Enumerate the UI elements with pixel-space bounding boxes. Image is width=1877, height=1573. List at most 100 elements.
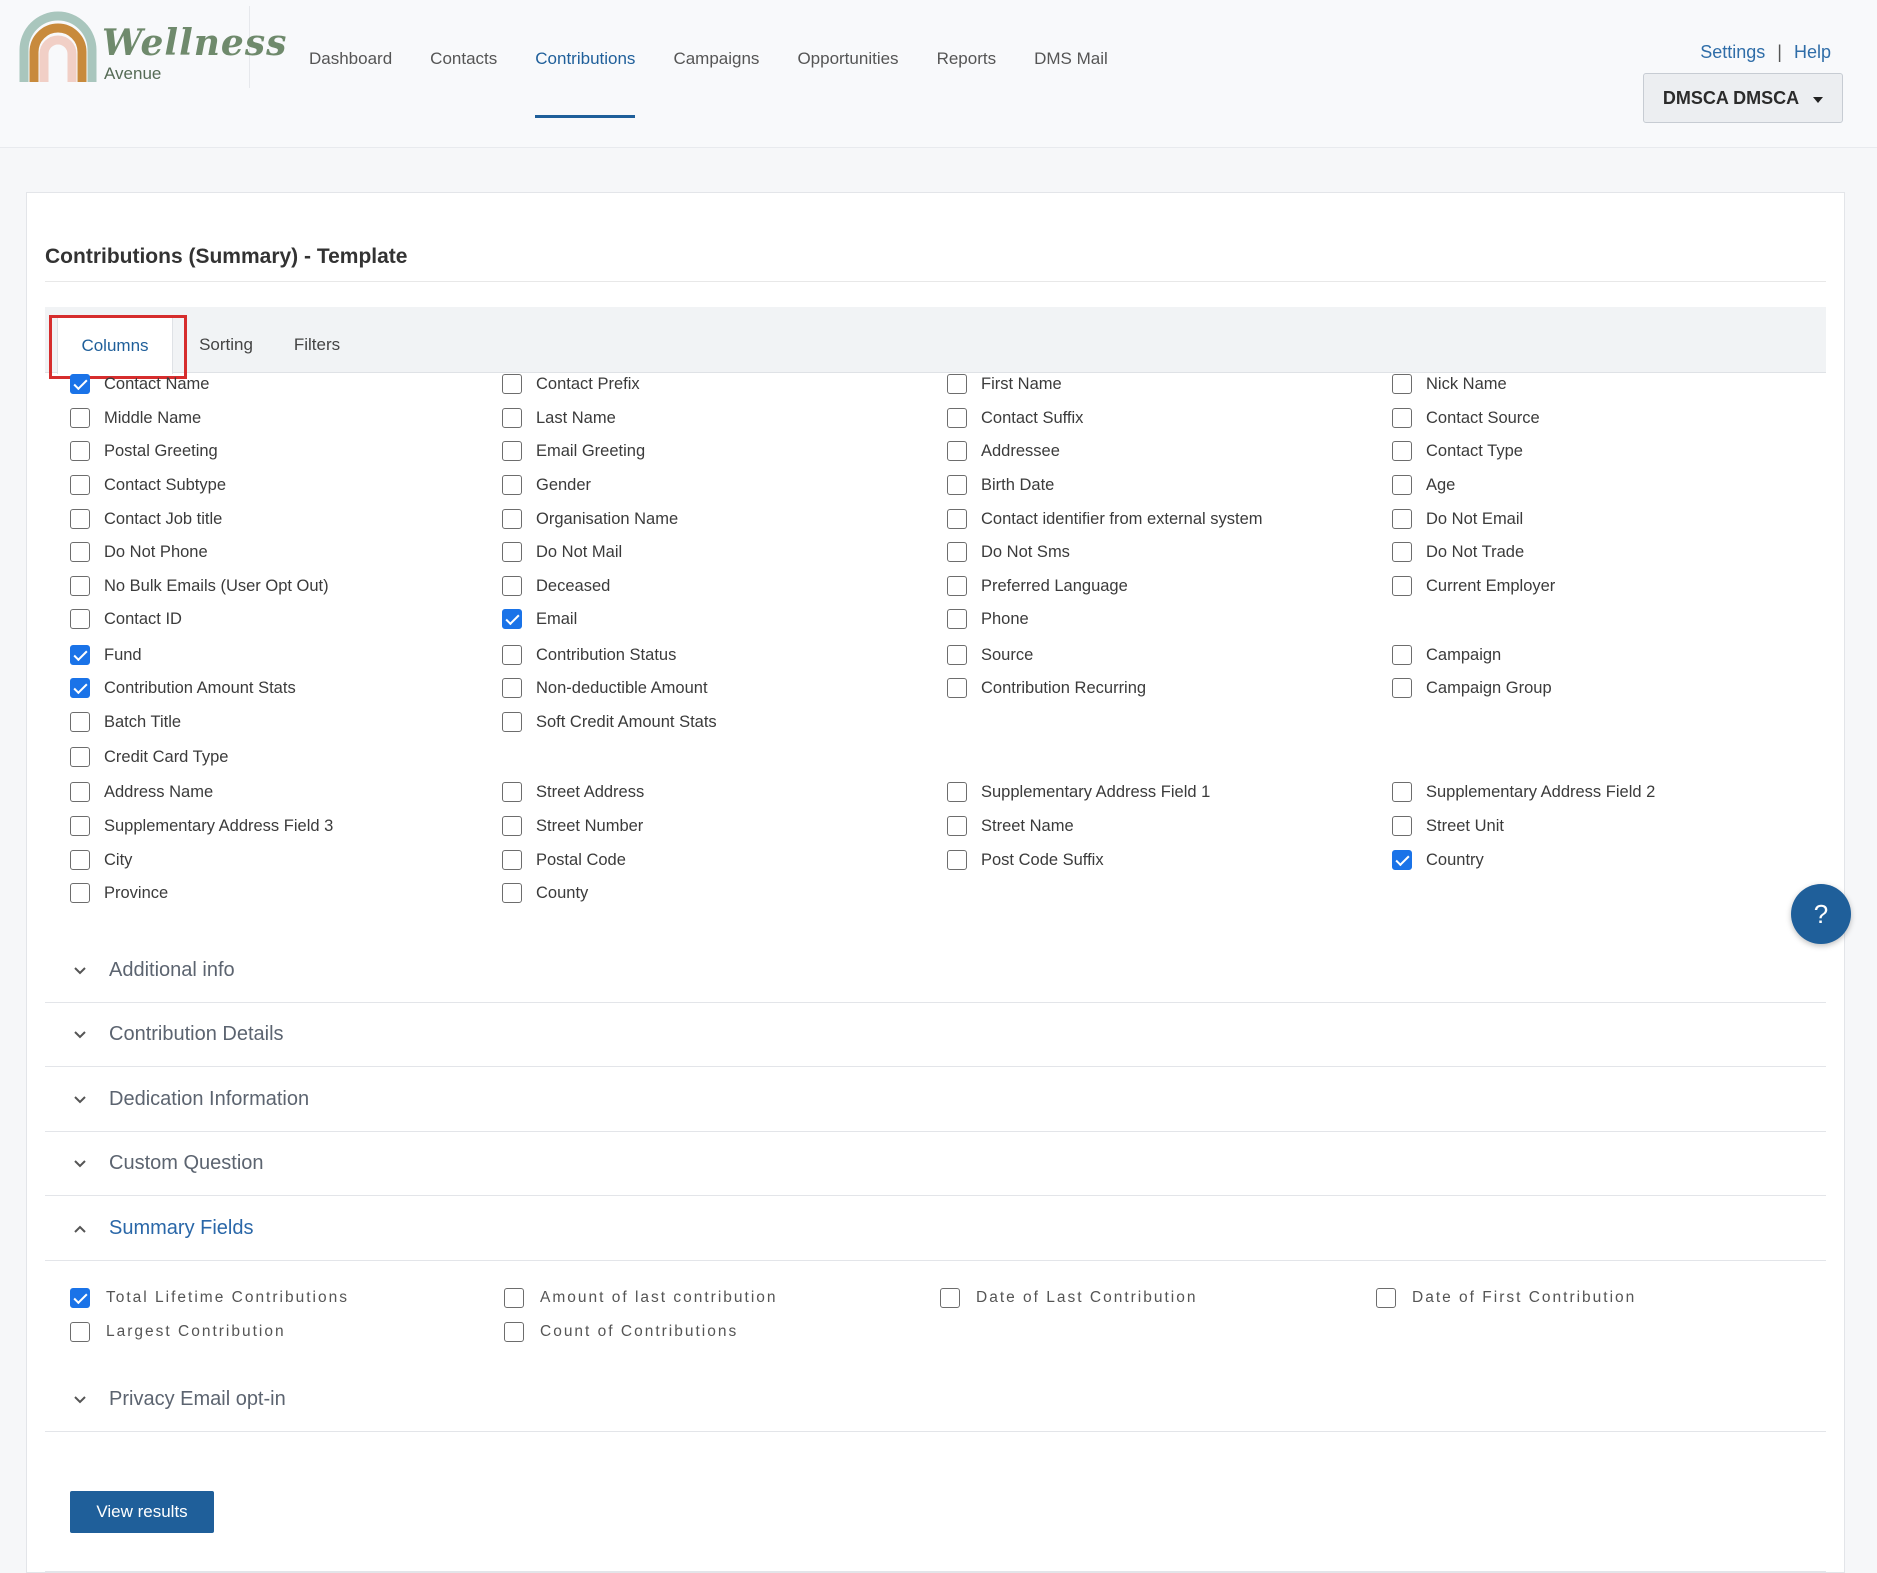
checkbox-street-name[interactable]: Street Name	[947, 816, 1074, 836]
nav-item-campaigns[interactable]: Campaigns	[654, 0, 778, 118]
checkbox-empty-icon[interactable]	[70, 850, 90, 870]
checkbox-non-deductible-amount[interactable]: Non-deductible Amount	[502, 678, 708, 698]
checkbox-empty-icon[interactable]	[70, 883, 90, 903]
checkbox-empty-icon[interactable]	[1392, 576, 1412, 596]
checkbox-empty-icon[interactable]	[504, 1322, 524, 1342]
checkbox-street-unit[interactable]: Street Unit	[1392, 816, 1504, 836]
checkbox-contact-source[interactable]: Contact Source	[1392, 408, 1540, 428]
checkbox-empty-icon[interactable]	[502, 782, 522, 802]
checkbox-do-not-sms[interactable]: Do Not Sms	[947, 542, 1070, 562]
checkbox-gender[interactable]: Gender	[502, 475, 591, 495]
checkbox-empty-icon[interactable]	[502, 645, 522, 665]
checkbox-empty-icon[interactable]	[70, 712, 90, 732]
checkbox-do-not-phone[interactable]: Do Not Phone	[70, 542, 208, 562]
checkbox-organisation-name[interactable]: Organisation Name	[502, 509, 678, 529]
checkbox-preferred-language[interactable]: Preferred Language	[947, 576, 1128, 596]
section-custom-question[interactable]: Custom Question	[45, 1132, 1826, 1196]
checkbox-contact-job-title[interactable]: Contact Job title	[70, 509, 222, 529]
checkbox-empty-icon[interactable]	[947, 609, 967, 629]
checkbox-last-name[interactable]: Last Name	[502, 408, 616, 428]
section-summary-fields[interactable]: Summary Fields	[45, 1197, 1826, 1261]
checkbox-city[interactable]: City	[70, 850, 132, 870]
checkbox-contribution-status[interactable]: Contribution Status	[502, 645, 676, 665]
checkbox-empty-icon[interactable]	[502, 408, 522, 428]
checkbox-addressee[interactable]: Addressee	[947, 441, 1060, 461]
checkbox-nick-name[interactable]: Nick Name	[1392, 374, 1507, 394]
help-link[interactable]: Help	[1794, 42, 1831, 63]
checkbox-first-name[interactable]: First Name	[947, 374, 1062, 394]
checkbox-empty-icon[interactable]	[70, 475, 90, 495]
section-privacy-email-opt-in[interactable]: Privacy Email opt-in	[45, 1368, 1826, 1432]
tab-sorting[interactable]: Sorting	[179, 317, 273, 373]
checkbox-empty-icon[interactable]	[1392, 374, 1412, 394]
nav-item-contacts[interactable]: Contacts	[411, 0, 516, 118]
tab-columns[interactable]: Columns	[57, 317, 173, 374]
checkbox-empty-icon[interactable]	[1392, 509, 1412, 529]
settings-link[interactable]: Settings	[1700, 42, 1765, 63]
checkbox-empty-icon[interactable]	[502, 712, 522, 732]
checkbox-empty-icon[interactable]	[947, 678, 967, 698]
checkbox-empty-icon[interactable]	[70, 509, 90, 529]
nav-item-reports[interactable]: Reports	[918, 0, 1016, 118]
checkbox-checked-icon[interactable]	[1392, 850, 1412, 870]
checkbox-empty-icon[interactable]	[947, 782, 967, 802]
section-contribution-details[interactable]: Contribution Details	[45, 1003, 1826, 1067]
checkbox-empty-icon[interactable]	[1392, 645, 1412, 665]
nav-item-contributions[interactable]: Contributions	[516, 0, 654, 118]
checkbox-do-not-mail[interactable]: Do Not Mail	[502, 542, 622, 562]
checkbox-empty-icon[interactable]	[502, 542, 522, 562]
checkbox-street-address[interactable]: Street Address	[502, 782, 644, 802]
checkbox-empty-icon[interactable]	[1392, 542, 1412, 562]
checkbox-date-of-last-contribution[interactable]: Date of Last Contribution	[940, 1288, 1197, 1308]
checkbox-contribution-recurring[interactable]: Contribution Recurring	[947, 678, 1146, 698]
checkbox-deceased[interactable]: Deceased	[502, 576, 610, 596]
checkbox-largest-contribution[interactable]: Largest Contribution	[70, 1322, 286, 1342]
checkbox-empty-icon[interactable]	[947, 816, 967, 836]
checkbox-empty-icon[interactable]	[70, 576, 90, 596]
checkbox-checked-icon[interactable]	[70, 645, 90, 665]
checkbox-address-name[interactable]: Address Name	[70, 782, 213, 802]
checkbox-county[interactable]: County	[502, 883, 588, 903]
checkbox-empty-icon[interactable]	[947, 576, 967, 596]
checkbox-checked-icon[interactable]	[70, 678, 90, 698]
checkbox-empty-icon[interactable]	[502, 678, 522, 698]
checkbox-middle-name[interactable]: Middle Name	[70, 408, 201, 428]
checkbox-empty-icon[interactable]	[70, 782, 90, 802]
checkbox-postal-greeting[interactable]: Postal Greeting	[70, 441, 218, 461]
checkbox-empty-icon[interactable]	[1392, 782, 1412, 802]
checkbox-empty-icon[interactable]	[947, 475, 967, 495]
section-dedication-information[interactable]: Dedication Information	[45, 1068, 1826, 1132]
checkbox-empty-icon[interactable]	[1376, 1288, 1396, 1308]
checkbox-amount-of-last-contribution[interactable]: Amount of last contribution	[504, 1288, 778, 1308]
checkbox-campaign-group[interactable]: Campaign Group	[1392, 678, 1552, 698]
checkbox-empty-icon[interactable]	[502, 576, 522, 596]
checkbox-empty-icon[interactable]	[940, 1288, 960, 1308]
checkbox-supplementary-address-field-2[interactable]: Supplementary Address Field 2	[1392, 782, 1655, 802]
view-results-button[interactable]: View results	[70, 1491, 214, 1533]
checkbox-supplementary-address-field-3[interactable]: Supplementary Address Field 3	[70, 816, 333, 836]
checkbox-date-of-first-contribution[interactable]: Date of First Contribution	[1376, 1288, 1636, 1308]
checkbox-empty-icon[interactable]	[947, 542, 967, 562]
checkbox-empty-icon[interactable]	[502, 441, 522, 461]
checkbox-empty-icon[interactable]	[1392, 441, 1412, 461]
checkbox-empty-icon[interactable]	[70, 747, 90, 767]
checkbox-street-number[interactable]: Street Number	[502, 816, 643, 836]
checkbox-checked-icon[interactable]	[502, 609, 522, 629]
checkbox-checked-icon[interactable]	[70, 1288, 90, 1308]
checkbox-postal-code[interactable]: Postal Code	[502, 850, 626, 870]
checkbox-empty-icon[interactable]	[70, 441, 90, 461]
checkbox-soft-credit-amount-stats[interactable]: Soft Credit Amount Stats	[502, 712, 717, 732]
checkbox-empty-icon[interactable]	[947, 509, 967, 529]
brand-logo[interactable]: Wellness Avenue	[18, 6, 286, 88]
checkbox-contact-subtype[interactable]: Contact Subtype	[70, 475, 226, 495]
checkbox-contribution-amount-stats[interactable]: Contribution Amount Stats	[70, 678, 296, 698]
checkbox-province[interactable]: Province	[70, 883, 168, 903]
checkbox-total-lifetime-contributions[interactable]: Total Lifetime Contributions	[70, 1288, 349, 1308]
checkbox-source[interactable]: Source	[947, 645, 1033, 665]
checkbox-contact-id[interactable]: Contact ID	[70, 609, 182, 629]
checkbox-empty-icon[interactable]	[70, 1322, 90, 1342]
checkbox-empty-icon[interactable]	[1392, 475, 1412, 495]
checkbox-email[interactable]: Email	[502, 609, 577, 629]
nav-item-dashboard[interactable]: Dashboard	[290, 0, 411, 118]
checkbox-do-not-trade[interactable]: Do Not Trade	[1392, 542, 1524, 562]
